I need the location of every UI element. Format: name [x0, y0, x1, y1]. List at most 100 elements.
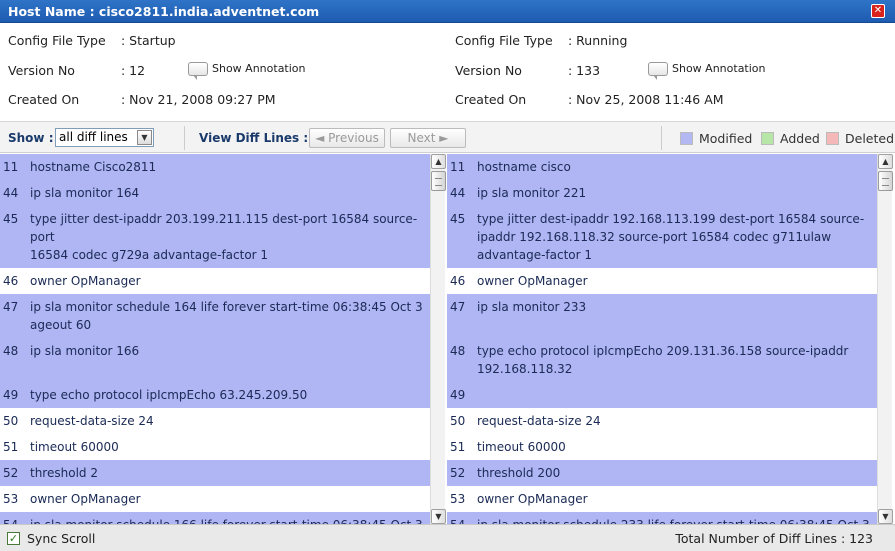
scroll-thumb[interactable] — [431, 171, 446, 191]
deleted-swatch — [826, 132, 839, 145]
line-text-segment: advantage-factor 1 — [477, 248, 593, 262]
line-number: 50 — [450, 414, 466, 428]
line-text-segment: ageout 60 — [30, 318, 92, 332]
line-text: ip sla monitor schedule 166 life forever… — [30, 516, 423, 524]
close-icon[interactable]: ✕ — [871, 4, 885, 18]
right-diff-pane[interactable]: 11 hostname cisco 44 ip sla monitor 221 45 ty… — [447, 154, 877, 524]
line-text: type jitter dest-ipaddr 192.168.113.199 … — [477, 210, 864, 264]
line-text-segment: timeout 60000 — [477, 440, 566, 454]
line-number: 51 — [3, 440, 19, 454]
right-version-value: : 133 — [568, 63, 601, 78]
chevron-down-icon[interactable]: ▼ — [137, 130, 152, 145]
line-number: 49 — [450, 388, 466, 402]
left-show-annotation-button[interactable]: Show Annotation — [188, 62, 306, 80]
line-text: ip sla monitor 221 — [477, 184, 586, 202]
left-version-value: : 12 — [121, 63, 146, 78]
left-show-annotation-label: Show Annotation — [212, 62, 306, 75]
scroll-down-icon[interactable]: ▼ — [878, 509, 893, 524]
right-version-label: Version No — [455, 63, 522, 78]
scroll-up-icon[interactable]: ▲ — [878, 154, 893, 169]
legend-modified-label: Modified — [699, 131, 753, 146]
legend-deleted: Deleted — [826, 131, 894, 146]
scroll-up-icon[interactable]: ▲ — [431, 154, 446, 169]
left-created-label: Created On — [8, 92, 80, 107]
left-created-value: : Nov 21, 2008 09:27 PM — [121, 92, 276, 107]
right-diff-line: 46 owner OpManager — [447, 268, 877, 294]
left-diff-line: 51 timeout 60000 — [0, 434, 430, 460]
left-diff-pane[interactable]: 11 hostname Cisco2811 44 ip sla monitor 164… — [0, 154, 430, 524]
line-text-segment: 16584 codec g729a advantage-factor 1 — [30, 248, 269, 262]
line-text: request-data-size 24 — [477, 412, 601, 430]
show-filter-value: all diff lines — [59, 130, 128, 144]
left-diff-line: 52 threshold 2 — [0, 460, 430, 486]
total-diff-lines: Total Number of Diff Lines : 123 — [675, 531, 873, 546]
next-diff-button[interactable]: Next ► — [390, 128, 466, 148]
left-diff-line: 45 type jitter dest-ipaddr 203.199.211.11… — [0, 206, 430, 268]
right-show-annotation-button[interactable]: Show Annotation — [648, 62, 766, 80]
right-diff-line: 11 hostname cisco — [447, 154, 877, 180]
line-number: 44 — [3, 186, 19, 200]
right-config-type-label: Config File Type — [455, 33, 553, 48]
line-number: 46 — [3, 274, 19, 288]
line-number: 52 — [450, 466, 466, 480]
line-number: 11 — [450, 160, 466, 174]
line-text-segment: owner OpManager — [477, 274, 588, 288]
line-text-segment: owner OpManager — [477, 492, 588, 506]
line-text-segment: ip sla monitor schedule 164 life forever… — [30, 300, 423, 314]
line-text: timeout 60000 — [477, 438, 566, 456]
line-text: hostname Cisco2811 — [30, 158, 156, 176]
left-diff-line: 53 owner OpManager — [0, 486, 430, 512]
line-text-segment: timeout 60000 — [30, 440, 119, 454]
status-bar: ✓ Sync Scroll Total Number of Diff Lines… — [0, 524, 895, 551]
sync-scroll-label: Sync Scroll — [27, 531, 96, 546]
right-config-type-value: : Running — [568, 33, 628, 48]
line-number: 54 — [450, 516, 465, 524]
right-diff-line: 52 threshold 200 — [447, 460, 877, 486]
sync-scroll-checkbox[interactable]: ✓ — [7, 532, 20, 545]
legend-added-label: Added — [780, 131, 820, 146]
left-diff-line: 46 owner OpManager — [0, 268, 430, 294]
right-diff-line: 53 owner OpManager — [447, 486, 877, 512]
line-text: hostname cisco — [477, 158, 571, 176]
right-diff-line: 47 ip sla monitor 233 — [447, 294, 877, 338]
line-text-segment: ip sla monitor 164 — [30, 186, 140, 200]
line-number: 47 — [3, 300, 19, 314]
line-number: 53 — [3, 492, 19, 506]
right-diff-line: 51 timeout 60000 — [447, 434, 877, 460]
left-scrollbar[interactable]: ▲ ▼ — [430, 154, 446, 524]
line-number: 54 — [3, 516, 18, 524]
left-diff-line: 49 type echo protocol ipIcmpEcho 63.245.2… — [0, 382, 430, 408]
left-diff-line: 44 ip sla monitor 164 — [0, 180, 430, 206]
line-text: owner OpManager — [30, 490, 141, 508]
line-number: 51 — [450, 440, 466, 454]
left-diff-line: 50 request-data-size 24 — [0, 408, 430, 434]
line-text: type echo protocol ipIcmpEcho 209.131.36… — [477, 342, 848, 378]
line-number: 46 — [450, 274, 466, 288]
line-text: timeout 60000 — [30, 438, 119, 456]
line-text-segment: 192.168.118.32 — [477, 362, 573, 376]
line-number: 48 — [3, 344, 19, 358]
line-text-segment: request-data-size 24 — [477, 414, 601, 428]
scroll-down-icon[interactable]: ▼ — [431, 509, 446, 524]
line-number: 53 — [450, 492, 466, 506]
line-number: 47 — [450, 300, 466, 314]
line-text: owner OpManager — [30, 272, 141, 290]
left-config-type-value: : Startup — [121, 33, 176, 48]
config-info-panel: Config File Type : Startup Version No : … — [0, 23, 895, 121]
line-text-segment: ip sla monitor 221 — [477, 186, 587, 200]
line-text-segment: ipaddr 192.168.118.32 source-port 16584 … — [477, 230, 832, 244]
right-diff-line: 45 type jitter dest-ipaddr 192.168.113.19… — [447, 206, 877, 268]
line-text: threshold 2 — [30, 464, 98, 482]
line-text: owner OpManager — [477, 272, 588, 290]
show-filter-select[interactable]: all diff lines ▼ — [55, 128, 154, 147]
scroll-thumb[interactable] — [878, 171, 893, 191]
line-text: type echo protocol ipIcmpEcho 63.245.209… — [30, 386, 307, 404]
toolbar-divider — [184, 126, 185, 150]
line-number: 45 — [3, 212, 19, 226]
window-titlebar: Host Name : cisco2811.india.adventnet.co… — [0, 0, 895, 23]
previous-diff-button[interactable]: ◄ Previous — [309, 128, 385, 148]
line-text-segment: type echo protocol ipIcmpEcho 63.245.209… — [30, 388, 308, 402]
left-diff-line: 54 ip sla monitor schedule 166 life forev… — [0, 512, 430, 524]
right-scrollbar[interactable]: ▲ ▼ — [877, 154, 893, 524]
annotation-bubble-icon — [648, 62, 668, 80]
